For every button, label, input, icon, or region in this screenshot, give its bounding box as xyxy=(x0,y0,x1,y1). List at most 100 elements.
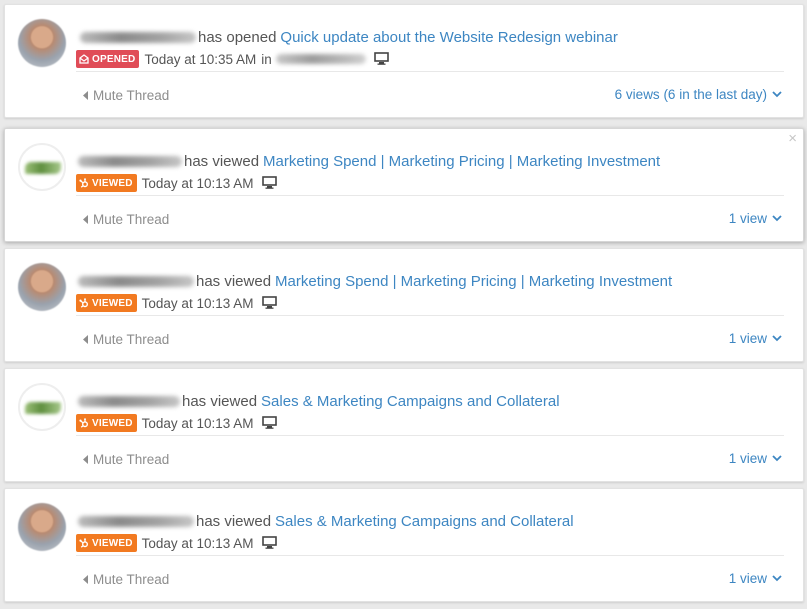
avatar xyxy=(18,263,66,311)
activity-headline: has viewed Sales & Marketing Campaigns a… xyxy=(78,390,560,412)
timestamp: Today at 10:13 AM xyxy=(141,295,254,311)
contact-name-redacted xyxy=(80,31,196,43)
contact-name-redacted xyxy=(78,515,194,527)
activity-card: has viewed Sales & Marketing Campaigns a… xyxy=(4,368,804,482)
status-badge-label: VIEWED xyxy=(92,537,133,549)
hubspot-sprocket-icon xyxy=(79,538,88,548)
status-badge: VIEWED xyxy=(76,174,137,192)
document-title-link[interactable]: Marketing Spend | Marketing Pricing | Ma… xyxy=(275,273,672,290)
activity-headline: has opened Quick update about the Websit… xyxy=(80,26,618,48)
view-count-toggle[interactable]: 1 view xyxy=(729,331,782,346)
activity-action: has viewed xyxy=(196,272,272,290)
monitor-icon xyxy=(262,536,278,552)
activity-headline: has viewed Sales & Marketing Campaigns a… xyxy=(78,510,574,532)
view-count-label: 6 views (6 in the last day) xyxy=(614,87,767,102)
activity-card: has viewed Sales & Marketing Campaigns a… xyxy=(4,488,804,602)
chevron-down-icon xyxy=(772,575,782,582)
company-logo xyxy=(25,402,61,414)
timestamp: Today at 10:35 AM xyxy=(144,51,257,67)
caret-left-icon xyxy=(83,91,88,100)
status-badge: OPENED xyxy=(76,50,140,68)
status-badge: VIEWED xyxy=(76,294,137,312)
activity-action: has opened xyxy=(198,28,277,46)
status-badge-label: OPENED xyxy=(92,53,136,65)
chevron-down-icon xyxy=(772,215,782,222)
timestamp: Today at 10:13 AM xyxy=(141,415,254,431)
chevron-down-icon xyxy=(772,335,782,342)
divider xyxy=(76,195,784,196)
status-badge: VIEWED xyxy=(76,534,137,552)
envelope-open-icon xyxy=(79,54,89,64)
mute-thread-button[interactable]: Mute Thread xyxy=(83,332,169,347)
view-count-toggle[interactable]: 1 view xyxy=(729,571,782,586)
hubspot-sprocket-icon xyxy=(79,418,88,428)
status-badge-label: VIEWED xyxy=(92,177,133,189)
avatar xyxy=(18,19,66,67)
caret-left-icon xyxy=(83,455,88,464)
divider xyxy=(76,555,784,556)
close-icon[interactable]: × xyxy=(788,131,797,146)
activity-meta: VIEWED Today at 10:13 AM xyxy=(76,173,278,193)
monitor-icon xyxy=(262,296,278,312)
activity-card: × has viewed Marketing Spend | Marketing… xyxy=(4,128,804,242)
status-badge-label: VIEWED xyxy=(92,297,133,309)
activity-action: has viewed xyxy=(182,392,258,410)
activity-headline: has viewed Marketing Spend | Marketing P… xyxy=(78,270,672,292)
activity-headline: has viewed Marketing Spend | Marketing P… xyxy=(78,150,660,172)
hubspot-sprocket-icon xyxy=(79,178,88,188)
document-title-link[interactable]: Marketing Spend | Marketing Pricing | Ma… xyxy=(263,153,660,170)
avatar xyxy=(18,143,66,191)
hubspot-sprocket-icon xyxy=(79,298,88,308)
view-count-label: 1 view xyxy=(728,451,767,466)
document-title-link[interactable]: Quick update about the Website Redesign … xyxy=(280,29,617,46)
mute-thread-label: Mute Thread xyxy=(93,88,170,103)
chevron-down-icon xyxy=(772,91,782,98)
document-title-link[interactable]: Sales & Marketing Campaigns and Collater… xyxy=(275,513,573,530)
status-badge: VIEWED xyxy=(76,414,137,432)
activity-meta: VIEWED Today at 10:13 AM xyxy=(76,293,278,313)
divider xyxy=(76,71,784,72)
view-count-label: 1 view xyxy=(728,211,767,226)
mute-thread-button[interactable]: Mute Thread xyxy=(83,88,169,103)
caret-left-icon xyxy=(83,575,88,584)
mute-thread-label: Mute Thread xyxy=(93,332,170,347)
mute-thread-label: Mute Thread xyxy=(93,572,170,587)
contact-name-redacted xyxy=(78,395,180,407)
timestamp: Today at 10:13 AM xyxy=(141,535,254,551)
avatar xyxy=(18,503,66,551)
divider xyxy=(76,435,784,436)
activity-meta: VIEWED Today at 10:13 AM xyxy=(76,413,278,433)
activity-meta: OPENED Today at 10:35 AM in xyxy=(76,49,389,69)
monitor-icon xyxy=(262,176,278,192)
company-logo xyxy=(25,162,61,174)
mute-thread-label: Mute Thread xyxy=(93,452,170,467)
location-prefix: in xyxy=(261,51,272,67)
status-badge-label: VIEWED xyxy=(92,417,133,429)
activity-action: has viewed xyxy=(184,152,260,170)
view-count-toggle[interactable]: 6 views (6 in the last day) xyxy=(615,87,782,102)
activity-feed: has opened Quick update about the Websit… xyxy=(0,0,807,609)
avatar xyxy=(18,383,66,431)
timestamp: Today at 10:13 AM xyxy=(141,175,254,191)
view-count-label: 1 view xyxy=(728,331,767,346)
activity-card: has viewed Marketing Spend | Marketing P… xyxy=(4,248,804,362)
caret-left-icon xyxy=(83,335,88,344)
activity-action: has viewed xyxy=(196,512,272,530)
mute-thread-button[interactable]: Mute Thread xyxy=(83,212,169,227)
monitor-icon xyxy=(262,416,278,432)
mute-thread-button[interactable]: Mute Thread xyxy=(83,572,169,587)
activity-meta: VIEWED Today at 10:13 AM xyxy=(76,533,278,553)
caret-left-icon xyxy=(83,215,88,224)
activity-card: has opened Quick update about the Websit… xyxy=(4,4,804,118)
document-title-link[interactable]: Sales & Marketing Campaigns and Collater… xyxy=(261,393,559,410)
location-redacted xyxy=(275,54,366,64)
view-count-toggle[interactable]: 1 view xyxy=(729,211,782,226)
monitor-icon xyxy=(373,52,389,68)
view-count-label: 1 view xyxy=(728,571,767,586)
view-count-toggle[interactable]: 1 view xyxy=(729,451,782,466)
contact-name-redacted xyxy=(78,275,194,287)
chevron-down-icon xyxy=(772,455,782,462)
mute-thread-button[interactable]: Mute Thread xyxy=(83,452,169,467)
contact-name-redacted xyxy=(78,155,182,167)
divider xyxy=(76,315,784,316)
